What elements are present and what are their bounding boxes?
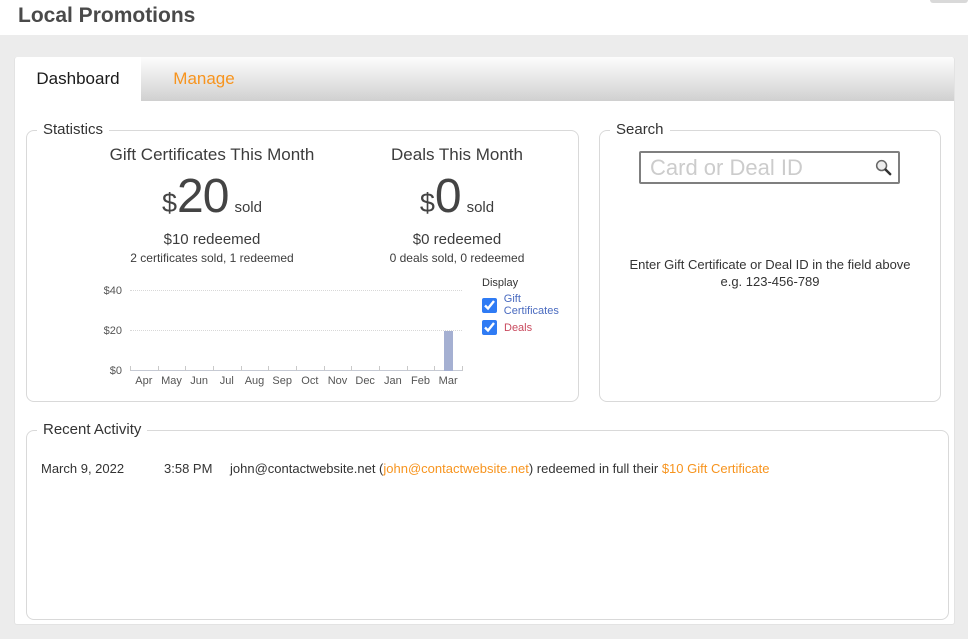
chart-month-label: Nov xyxy=(324,375,352,387)
chart-gridline xyxy=(130,290,462,291)
chart-xtick xyxy=(434,366,435,371)
chart-month-label: Apr xyxy=(130,375,158,387)
chart-xtick xyxy=(407,366,408,371)
search-input[interactable] xyxy=(639,151,900,184)
chart-xtick xyxy=(268,366,269,371)
content-panel: Dashboard Manage Statistics Gift Certifi… xyxy=(14,57,955,625)
activity-certificate-link[interactable]: $10 Gift Certificate xyxy=(662,461,770,476)
activity-text: john@contactwebsite.net (john@contactweb… xyxy=(230,461,769,476)
statistics-section: Statistics Gift Certificates This Month … xyxy=(26,130,579,402)
deals-detail-text: 0 deals sold, 0 redeemed xyxy=(357,251,557,265)
chart-month-label: Dec xyxy=(351,375,379,387)
deals-sold-label: sold xyxy=(467,199,495,216)
chart-xtick xyxy=(130,366,131,371)
chart-ytick-label: $20 xyxy=(104,325,122,337)
display-option-gift-certificates: Gift Certificates xyxy=(482,293,578,317)
search-help-line1: Enter Gift Certificate or Deal ID in the… xyxy=(600,256,940,273)
search-section: Search Enter Gift Certificate or Deal ID… xyxy=(599,130,941,402)
chart-xtick xyxy=(185,366,186,371)
search-help-text: Enter Gift Certificate or Deal ID in the… xyxy=(600,256,940,290)
tab-dashboard[interactable]: Dashboard xyxy=(15,57,141,101)
page-header: Local Promotions xyxy=(0,0,968,35)
statistics-legend: Statistics xyxy=(37,121,109,138)
tab-bar: Dashboard Manage xyxy=(15,57,954,101)
page-title: Local Promotions xyxy=(18,4,195,28)
gift-amount-value: 20 xyxy=(177,175,228,218)
chart-ytick-label: $0 xyxy=(110,365,122,377)
gift-currency-symbol: $ xyxy=(162,188,177,219)
display-legend-title: Display xyxy=(482,277,578,289)
activity-date: March 9, 2022 xyxy=(41,461,124,476)
gift-certificates-checkbox-label: Gift Certificates xyxy=(504,293,578,317)
chart-month-label: Jan xyxy=(379,375,407,387)
gift-sold-label: sold xyxy=(234,199,262,216)
chart-xtick xyxy=(241,366,242,371)
activity-text-middle: ) redeemed in full their xyxy=(529,461,662,476)
chart-xtick xyxy=(462,366,463,371)
chart-gridline xyxy=(130,330,462,331)
chart-month-label: Sep xyxy=(268,375,296,387)
gift-stat-title: Gift Certificates This Month xyxy=(37,145,387,165)
deals-stat-amount: $0 sold xyxy=(357,175,557,219)
deals-stat-title: Deals This Month xyxy=(357,145,557,165)
chart-month-label: Aug xyxy=(241,375,269,387)
deals-checkbox[interactable] xyxy=(482,320,497,335)
chart-xtick xyxy=(213,366,214,371)
activity-row: March 9, 2022 3:58 PM john@contactwebsit… xyxy=(27,461,948,481)
gift-certificates-checkbox[interactable] xyxy=(482,298,497,313)
activity-text-before: john@contactwebsite.net ( xyxy=(230,461,383,476)
chart-month-label: Oct xyxy=(296,375,324,387)
tab-manage[interactable]: Manage xyxy=(141,57,267,101)
activity-email-link[interactable]: john@contactwebsite.net xyxy=(383,461,528,476)
deals-redeemed-text: $0 redeemed xyxy=(357,231,557,248)
gift-stat-amount: $20 sold xyxy=(37,175,387,219)
top-right-partial-element xyxy=(930,0,968,3)
chart-ytick-label: $40 xyxy=(104,285,122,297)
chart-month-label: Feb xyxy=(407,375,435,387)
gift-detail-text: 2 certificates sold, 1 redeemed xyxy=(37,251,387,265)
deals-amount-value: 0 xyxy=(435,175,461,218)
chart-month-label: May xyxy=(158,375,186,387)
deals-stat: Deals This Month $0 sold $0 redeemed 0 de… xyxy=(357,145,557,265)
deals-checkbox-label: Deals xyxy=(504,322,532,334)
chart-xtick xyxy=(351,366,352,371)
monthly-sales-chart: $0$20$40AprMayJunJulAugSepOctNovDecJanFe… xyxy=(130,291,462,371)
chart-display-legend: Display Gift Certificates Deals xyxy=(482,277,578,338)
gift-certificates-stat: Gift Certificates This Month $20 sold $10… xyxy=(37,145,387,265)
search-input-wrap xyxy=(639,151,900,184)
chart-month-label: Jun xyxy=(185,375,213,387)
chart-month-label: Mar xyxy=(434,375,462,387)
chart-bar-gift-certificates xyxy=(444,331,453,371)
gift-redeemed-text: $10 redeemed xyxy=(37,231,387,248)
recent-activity-legend: Recent Activity xyxy=(37,421,147,438)
activity-time: 3:58 PM xyxy=(164,461,212,476)
chart-xtick xyxy=(379,366,380,371)
search-help-line2: e.g. 123-456-789 xyxy=(600,273,940,290)
chart-xtick xyxy=(324,366,325,371)
chart-xtick xyxy=(296,366,297,371)
display-option-deals: Deals xyxy=(482,320,578,335)
recent-activity-section: Recent Activity March 9, 2022 3:58 PM jo… xyxy=(26,430,949,620)
chart-month-label: Jul xyxy=(213,375,241,387)
search-legend: Search xyxy=(610,121,670,138)
deals-currency-symbol: $ xyxy=(420,188,435,219)
chart-xtick xyxy=(158,366,159,371)
